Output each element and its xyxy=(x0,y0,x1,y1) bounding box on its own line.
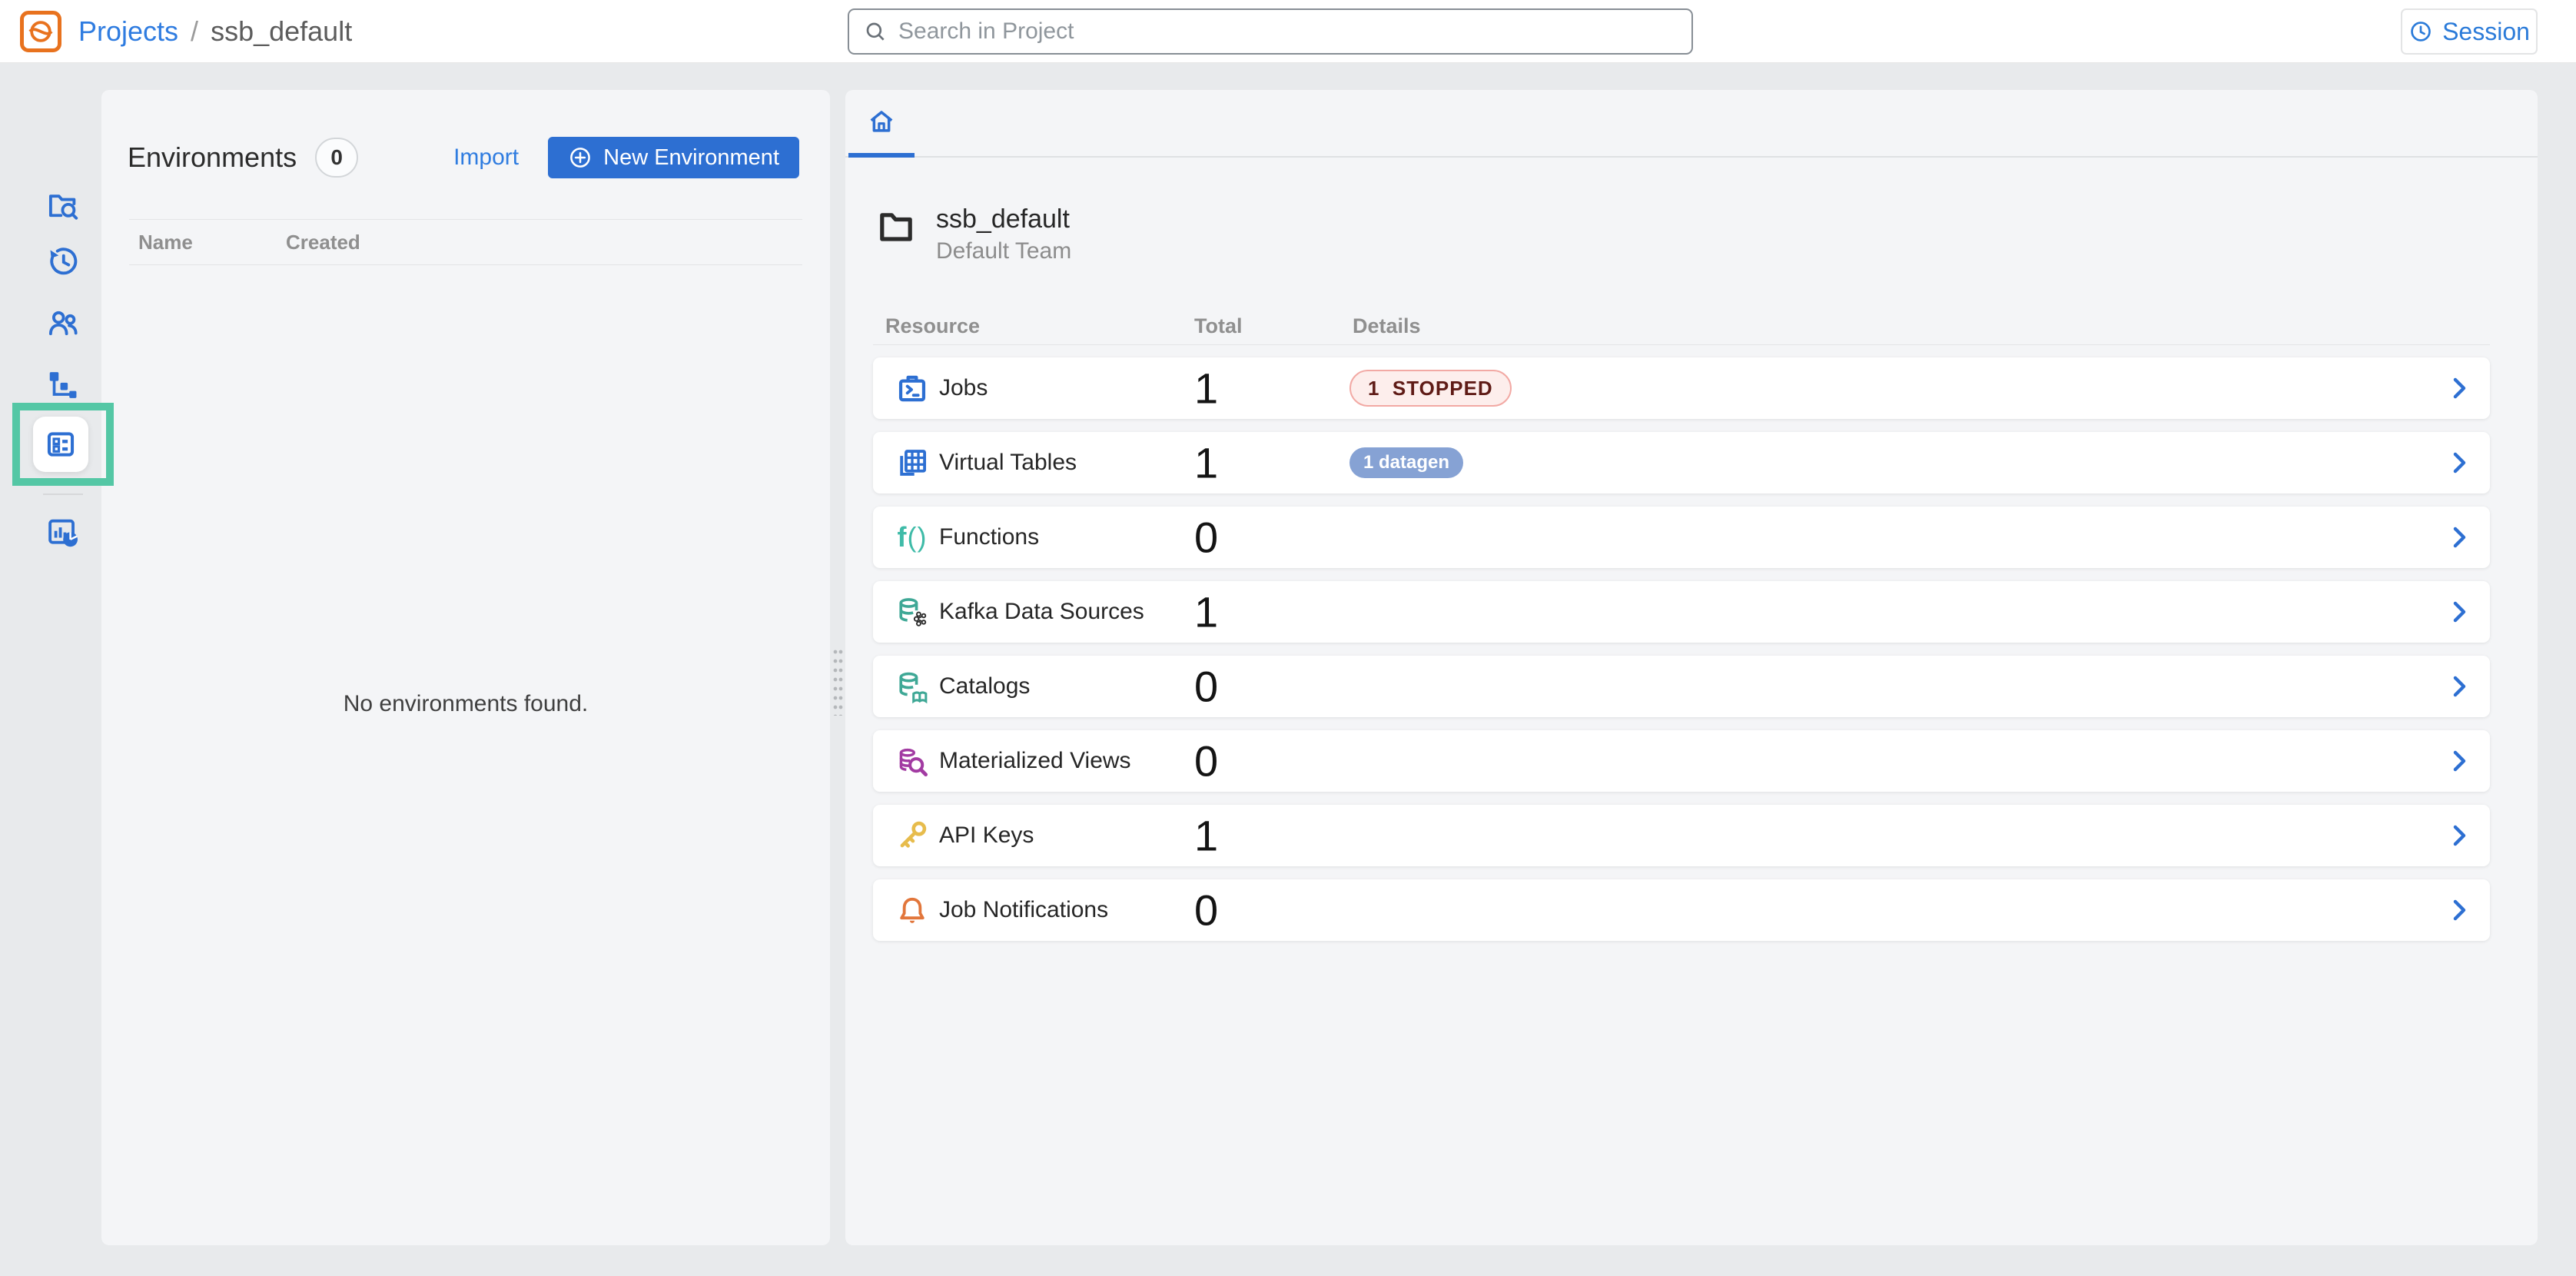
api-key-icon xyxy=(895,818,930,853)
breadcrumb-current: ssb_default xyxy=(211,15,352,48)
resource-label: Virtual Tables xyxy=(939,450,1077,476)
search-icon xyxy=(863,19,888,44)
column-total: Total xyxy=(1194,314,1243,338)
resource-total: 1 xyxy=(1194,587,1218,637)
column-created: Created xyxy=(286,231,360,254)
breadcrumb-projects-link[interactable]: Projects xyxy=(78,15,178,48)
chevron-right-icon[interactable] xyxy=(2445,523,2473,551)
chevron-right-icon[interactable] xyxy=(2445,598,2473,626)
chevron-right-icon[interactable] xyxy=(2445,673,2473,700)
home-icon xyxy=(867,107,896,136)
resource-row-materialized-views[interactable]: Materialized Views 0 xyxy=(873,730,2490,792)
folder-search-icon xyxy=(45,188,81,224)
resource-row-kafka-data-sources[interactable]: Kafka Data Sources 1 xyxy=(873,581,2490,643)
sidebar-item-job-flow[interactable] xyxy=(45,367,81,403)
project-search[interactable] xyxy=(848,8,1693,55)
resource-label: Job Notifications xyxy=(939,897,1108,923)
resource-row-functions[interactable]: f() Functions 0 xyxy=(873,507,2490,568)
new-environment-button[interactable]: New Environment xyxy=(548,137,799,178)
sidebar-item-project-explorer[interactable] xyxy=(45,188,81,224)
resource-label: Functions xyxy=(939,524,1039,550)
resource-total: 1 xyxy=(1194,811,1218,861)
splitter-grip-icon[interactable] xyxy=(833,650,844,716)
sidebar-item-teams[interactable] xyxy=(45,305,81,341)
sidebar-item-monitoring[interactable] xyxy=(45,515,81,550)
plus-circle-icon xyxy=(568,145,593,170)
resource-label: API Keys xyxy=(939,822,1034,849)
column-resource: Resource xyxy=(885,314,980,338)
resource-label: Materialized Views xyxy=(939,748,1131,774)
chevron-right-icon[interactable] xyxy=(2445,896,2473,924)
tab-home[interactable] xyxy=(848,90,915,158)
resource-total: 1 xyxy=(1194,438,1218,488)
users-icon xyxy=(45,305,81,341)
functions-icon: f() xyxy=(895,520,930,555)
chart-pie-icon xyxy=(45,515,81,550)
clock-icon xyxy=(2408,19,2433,44)
resource-total: 0 xyxy=(1194,886,1218,935)
status-badge-datagen: 1 datagen xyxy=(1349,447,1463,478)
column-name: Name xyxy=(129,231,286,254)
environments-panel: Environments 0 Import New Environment Na… xyxy=(101,90,830,1245)
virtual-tables-icon xyxy=(895,445,930,480)
sidebar-item-environments[interactable] xyxy=(33,417,88,472)
resource-list: Jobs 1 1 STOPPED Virtual Tables 1 1 data… xyxy=(873,357,2490,954)
kafka-data-source-icon xyxy=(895,594,930,630)
resource-total: 0 xyxy=(1194,662,1218,712)
resource-table-header: Resource Total Details xyxy=(873,310,2490,345)
chevron-right-icon[interactable] xyxy=(2445,449,2473,477)
bell-icon xyxy=(895,892,930,928)
new-environment-label: New Environment xyxy=(603,145,779,171)
top-header: Projects / ssb_default Session xyxy=(0,0,2576,63)
project-tabbar xyxy=(845,90,2538,158)
resource-label: Catalogs xyxy=(939,673,1030,699)
search-input[interactable] xyxy=(898,18,1678,45)
resource-row-virtual-tables[interactable]: Virtual Tables 1 1 datagen xyxy=(873,432,2490,493)
environments-title: Environments xyxy=(128,141,297,174)
project-home-panel: ssb_default Default Team Resource Total … xyxy=(845,90,2538,1245)
environments-table-header: Name Created xyxy=(129,219,802,265)
history-icon xyxy=(45,244,81,279)
flow-icon xyxy=(45,367,81,403)
left-icon-rail xyxy=(0,63,101,1276)
project-name: ssb_default xyxy=(936,202,1071,236)
session-button-label: Session xyxy=(2442,18,2530,46)
status-badge-stopped: 1 STOPPED xyxy=(1349,370,1512,407)
resource-row-api-keys[interactable]: API Keys 1 xyxy=(873,805,2490,866)
chevron-right-icon[interactable] xyxy=(2445,374,2473,402)
environments-empty-message: No environments found. xyxy=(101,691,830,717)
chevron-right-icon[interactable] xyxy=(2445,747,2473,775)
session-button[interactable]: Session xyxy=(2401,8,2538,55)
breadcrumb-separator: / xyxy=(191,15,198,48)
app-logo-icon[interactable] xyxy=(20,11,61,52)
resource-row-catalogs[interactable]: Catalogs 0 xyxy=(873,656,2490,717)
resource-label: Kafka Data Sources xyxy=(939,599,1144,625)
materialized-views-icon xyxy=(895,743,930,779)
resource-row-jobs[interactable]: Jobs 1 1 STOPPED xyxy=(873,357,2490,419)
rail-divider xyxy=(43,493,83,495)
environments-icon xyxy=(45,428,77,460)
panel-splitter[interactable] xyxy=(830,90,845,1245)
sidebar-item-history[interactable] xyxy=(45,244,81,279)
breadcrumb: Projects / ssb_default xyxy=(78,0,352,63)
project-team: Default Team xyxy=(936,236,1071,267)
chevron-right-icon[interactable] xyxy=(2445,822,2473,849)
resource-total: 0 xyxy=(1194,736,1218,786)
folder-icon xyxy=(876,202,916,267)
resource-row-job-notifications[interactable]: Job Notifications 0 xyxy=(873,879,2490,941)
resource-total: 1 xyxy=(1194,364,1218,414)
resource-label: Jobs xyxy=(939,375,988,401)
catalogs-icon xyxy=(895,669,930,704)
resource-total: 0 xyxy=(1194,513,1218,563)
environments-count-badge: 0 xyxy=(315,138,358,178)
column-details: Details xyxy=(1353,314,1421,338)
import-link[interactable]: Import xyxy=(453,145,519,171)
jobs-icon xyxy=(895,371,930,406)
